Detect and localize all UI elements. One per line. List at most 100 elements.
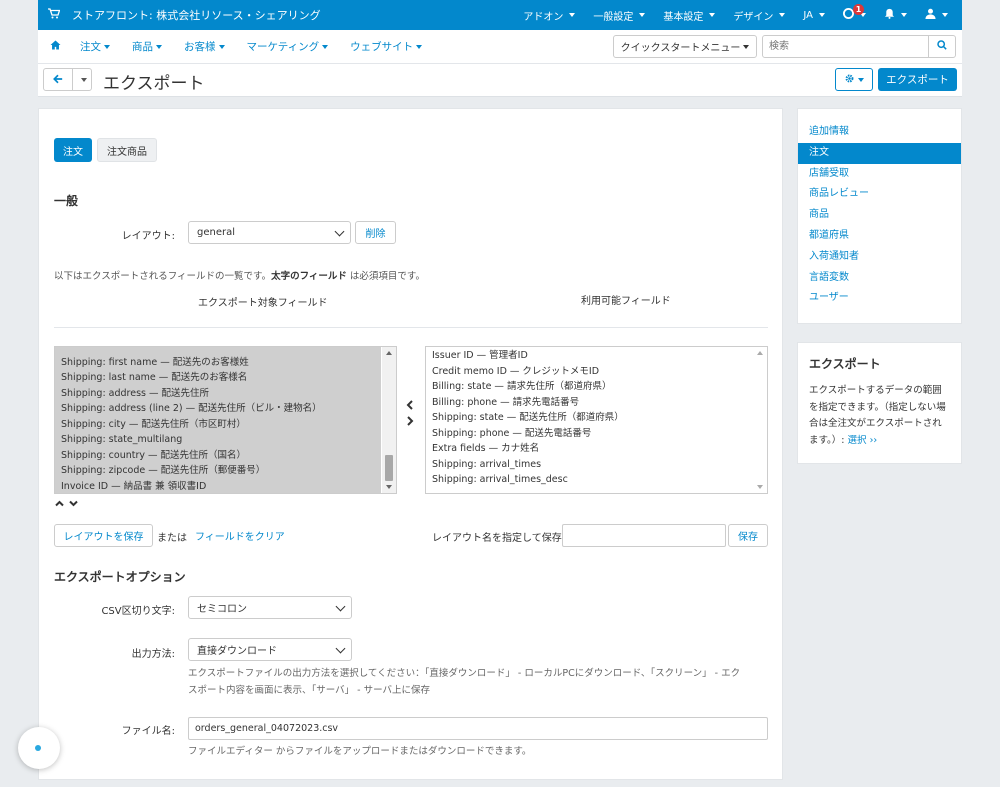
list-item[interactable] xyxy=(55,347,381,355)
menu-design[interactable]: デザイン xyxy=(724,0,794,30)
search-button[interactable] xyxy=(928,35,956,58)
nav-marketing[interactable]: マーケティング xyxy=(236,39,340,54)
nav-marketing-label: マーケティング xyxy=(246,41,320,53)
list-item[interactable]: Shipping: phone — 配送先電話番号 xyxy=(426,426,756,442)
chevron-down-icon xyxy=(858,77,864,82)
chevron-down-icon xyxy=(743,44,750,49)
tab-orders[interactable]: 注文 xyxy=(54,138,92,162)
list-item[interactable]: Invoice ID — 納品書 兼 領収書ID xyxy=(55,479,381,494)
export-fields-scrollbar[interactable] xyxy=(382,347,396,493)
delete-layout-button[interactable]: 削除 xyxy=(355,221,396,244)
chevron-down-icon xyxy=(156,44,162,49)
sidebar-item-language-variables[interactable]: 言語変数 xyxy=(798,268,961,289)
chevron-down-icon xyxy=(335,601,346,612)
chevron-down-icon xyxy=(104,44,110,49)
list-item[interactable]: Shipping: zipcode — 配送先住所（郵便番号） xyxy=(55,463,381,479)
available-fields-scrollbar[interactable] xyxy=(753,347,767,493)
save-button[interactable]: 保存 xyxy=(728,524,768,547)
tab-order-items[interactable]: 注文商品 xyxy=(97,138,157,162)
chevron-down-icon xyxy=(639,13,646,17)
available-fields-list[interactable]: Issuer ID — 管理者ID Credit memo ID — クレジット… xyxy=(425,346,768,494)
sidebar-item-product-reviews[interactable]: 商品レビュー xyxy=(798,184,961,205)
menu-language[interactable]: JA xyxy=(794,0,834,30)
list-item[interactable]: Issuer ID — 管理者ID xyxy=(426,348,756,364)
sidebar-item-stock-subscribers[interactable]: 入荷通知者 xyxy=(798,247,961,268)
scroll-thumb[interactable] xyxy=(385,455,393,481)
file-editor-link[interactable]: ファイルエディター xyxy=(188,746,273,757)
list-item[interactable]: Shipping: last name — 配送先のお客様名 xyxy=(55,370,381,386)
filename-label: ファイル名: xyxy=(121,726,175,737)
user-menu[interactable] xyxy=(916,0,962,30)
chevron-left-icon[interactable] xyxy=(406,399,414,413)
list-item[interactable]: Shipping: address — 配送先住所 xyxy=(55,386,381,402)
help-menu[interactable]: 1 xyxy=(834,0,875,30)
nav-customers[interactable]: お客様 xyxy=(173,39,236,54)
sidebar-item-additional-info[interactable]: 追加情報 xyxy=(798,122,961,143)
list-item[interactable]: Shipping: first name — 配送先のお客様姓 xyxy=(55,355,381,371)
list-item[interactable]: Billing: state — 請求先住所（都道府県） xyxy=(426,379,756,395)
home-icon xyxy=(50,40,61,53)
output-help-line: エクスポートファイルの出力方法を選択してください：「直接ダウンロード」 - ロー… xyxy=(188,668,741,679)
nav-orders[interactable]: 注文 xyxy=(69,39,121,54)
sidebar-item-products[interactable]: 商品 xyxy=(798,205,961,226)
back-button[interactable] xyxy=(43,68,73,91)
select-link[interactable]: 選択 ›› xyxy=(848,435,878,446)
save-layout-button[interactable]: レイアウトを保存 xyxy=(54,524,153,547)
menu-basic-settings[interactable]: 基本設定 xyxy=(654,0,724,30)
nav-products[interactable]: 商品 xyxy=(121,39,173,54)
export-fields-heading: エクスポート対象フィールド xyxy=(198,298,328,309)
layout-select[interactable]: general xyxy=(188,221,351,244)
layout-select-value: general xyxy=(197,227,236,238)
sidebar-item-prefectures[interactable]: 都道府県 xyxy=(798,226,961,247)
list-item[interactable]: Shipping: state_multilang xyxy=(55,432,381,448)
quickstart-menu-button[interactable]: クイックスタートメニュー xyxy=(613,35,757,58)
settings-button[interactable] xyxy=(835,68,873,91)
file-help-text: ファイルエディター からファイルをアップロードまたはダウンロードできます。 xyxy=(188,743,531,760)
main-nav: 注文 商品 お客様 マーケティング ウェブサイト クイックスタートメニュー xyxy=(38,30,962,64)
chevron-right-icon[interactable] xyxy=(406,415,414,429)
nav-website[interactable]: ウェブサイト xyxy=(339,39,433,54)
chevron-down-icon[interactable] xyxy=(69,497,78,510)
chevron-down-icon xyxy=(218,44,225,49)
list-item[interactable]: Billing: phone — 請求先電話番号 xyxy=(426,395,756,411)
list-item[interactable]: Shipping: state — 配送先住所（都道府県） xyxy=(426,410,756,426)
or-text: または xyxy=(157,533,187,544)
sidebar-item-orders[interactable]: 注文 xyxy=(798,142,961,164)
chevron-up-icon[interactable] xyxy=(55,497,69,510)
available-fields-heading: 利用可能フィールド xyxy=(581,296,671,307)
menu-general-settings[interactable]: 一般設定 xyxy=(584,0,654,30)
export-button[interactable]: エクスポート xyxy=(878,68,957,91)
cart-icon xyxy=(48,8,61,22)
history-dropdown-button[interactable] xyxy=(72,68,92,91)
export-fields-list[interactable]: Shipping: first name — 配送先のお客様姓 Shipping… xyxy=(54,346,397,494)
list-item[interactable]: Extra fields — カナ姓名 xyxy=(426,441,756,457)
sidebar-item-store-pickup[interactable]: 店舗受取 xyxy=(798,164,961,185)
layout-name-input[interactable] xyxy=(562,524,726,547)
general-heading: 一般 xyxy=(54,194,79,208)
output-select[interactable]: 直接ダウンロード xyxy=(188,638,352,661)
nav-customers-label: お客様 xyxy=(184,41,216,53)
home-link[interactable] xyxy=(38,40,69,53)
list-item[interactable]: Shipping: arrival_times_desc xyxy=(426,472,756,488)
notification-badge: 1 xyxy=(853,4,864,15)
list-item[interactable]: Shipping: arrival_times xyxy=(426,457,756,473)
list-item[interactable]: Shipping: address (line 2) — 配送先住所（ビル・建物… xyxy=(55,401,381,417)
list-item[interactable]: Credit memo ID — クレジットメモID xyxy=(426,364,756,380)
chevron-down-icon xyxy=(709,13,716,17)
search-input[interactable] xyxy=(762,35,929,58)
export-info-text: エクスポートするデータの範囲を指定できます。（指定しない場合は全注文がエクスポー… xyxy=(809,383,950,449)
sidebar-item-users[interactable]: ユーザー xyxy=(798,288,961,309)
storefront-switcher[interactable]: ストアフロント: 株式会社リソース・シェアリング xyxy=(38,7,321,23)
chat-widget[interactable] xyxy=(18,727,60,769)
list-item[interactable]: Shipping: country — 配送先住所（国名） xyxy=(55,448,381,464)
clear-fields-link[interactable]: フィールドをクリア xyxy=(195,528,285,543)
csv-delimiter-select[interactable]: セミコロン xyxy=(188,596,352,619)
list-item[interactable]: Shipping: city — 配送先住所（市区町村） xyxy=(55,417,381,433)
top-bar: ストアフロント: 株式会社リソース・シェアリング アドオン 一般設定 基本設定 … xyxy=(38,0,962,30)
filename-input[interactable]: orders_general_04072023.csv xyxy=(188,717,768,740)
notifications-menu[interactable] xyxy=(875,0,916,30)
gear-icon xyxy=(844,73,855,87)
main-panel: 注文 注文商品 一般 レイアウト: general 削除 以下はエクスポートされ… xyxy=(38,108,783,780)
menu-design-label: デザイン xyxy=(733,11,774,23)
menu-addons[interactable]: アドオン xyxy=(514,0,584,30)
